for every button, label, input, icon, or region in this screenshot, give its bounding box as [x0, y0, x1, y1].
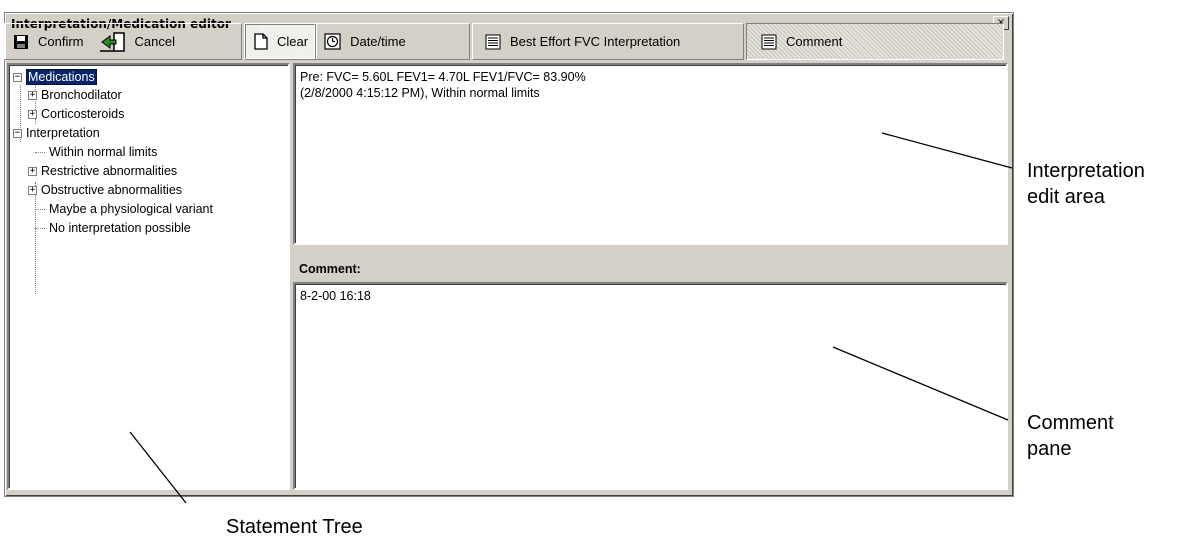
tree-node-interpretation[interactable]: − Interpretation [13, 124, 100, 142]
clock-icon [324, 33, 341, 50]
cancel-button[interactable]: Cancel [92, 24, 183, 59]
confirm-button[interactable]: Confirm [5, 24, 92, 59]
tree-node-restrictive[interactable]: + Restrictive abnormalities [28, 162, 177, 180]
best-effort-label: Best Effort FVC Interpretation [510, 34, 681, 49]
tree-node-label: Interpretation [26, 126, 100, 140]
annotation-line: pane [1027, 438, 1072, 460]
tree-node-label: No interpretation possible [49, 221, 191, 235]
annotation-line: Comment [1027, 412, 1114, 434]
tree-node-corticosteroids[interactable]: + Corticosteroids [28, 105, 124, 123]
tree-node-bronchodilator[interactable]: + Bronchodilator [28, 86, 122, 104]
tree-node-label: Within normal limits [49, 145, 158, 159]
expand-icon[interactable]: + [28, 166, 37, 176]
datetime-label: Date/time [350, 34, 406, 49]
comment-icon [761, 34, 777, 50]
toolbar: Confirm Cancel Clear Date/time Best Effo… [4, 23, 1004, 60]
annotation-interpretation: Interpretation edit area [1027, 158, 1145, 210]
statement-tree[interactable]: − Medications + Bronchodilator + Cortico… [7, 63, 290, 490]
interpretation-edit-area[interactable]: Pre: FVC= 5.60L FEV1= 4.70L FEV1/FVC= 83… [293, 63, 1008, 245]
clear-label: Clear [277, 34, 309, 49]
datetime-button[interactable]: Date/time [315, 24, 414, 59]
tree-branch-line [35, 151, 45, 153]
expand-icon[interactable]: + [28, 185, 37, 195]
comment-toolbar-area: Comment [746, 23, 1004, 60]
interpretation-line: Pre: FVC= 5.60L FEV1= 4.70L FEV1/FVC= 83… [300, 70, 586, 84]
tree-node-within-normal[interactable]: Within normal limits [35, 143, 157, 161]
tree-node-maybe-variant[interactable]: Maybe a physiological variant [35, 200, 213, 218]
interpretation-line: (2/8/2000 4:15:12 PM), Within normal lim… [300, 86, 540, 100]
annotation-line: Interpretation [1027, 160, 1145, 182]
comment-pane[interactable]: 8-2-00 16:18 [293, 282, 1008, 490]
comment-button[interactable]: Comment [747, 24, 850, 59]
tree-node-medications[interactable]: − Medications [13, 68, 97, 86]
tree-node-label: Obstructive abnormalities [41, 183, 183, 197]
annotation-line: edit area [1027, 186, 1105, 208]
tree-node-label: Maybe a physiological variant [49, 202, 213, 216]
tree-branch-line [35, 227, 45, 229]
toolbar-group-edit: Clear Date/time [244, 23, 470, 60]
tree-node-label: Corticosteroids [41, 107, 125, 121]
save-icon [13, 34, 29, 50]
interpretation-icon [485, 34, 501, 50]
annotation-comment: Comment pane [1027, 410, 1114, 462]
confirm-label: Confirm [38, 34, 84, 49]
toolbar-group-confirm: Confirm Cancel [4, 23, 242, 60]
cancel-label: Cancel [134, 34, 175, 49]
toolbar-group-interp: Best Effort FVC Interpretation [472, 23, 744, 60]
collapse-icon[interactable]: − [13, 128, 22, 138]
expand-icon[interactable]: + [28, 109, 37, 119]
comment-text: 8-2-00 16:18 [300, 289, 371, 303]
tree-node-label: Medications [26, 69, 97, 85]
tree-node-obstructive[interactable]: + Obstructive abnormalities [28, 181, 182, 199]
tree-node-label: Restrictive abnormalities [41, 164, 178, 178]
best-effort-button[interactable]: Best Effort FVC Interpretation [473, 24, 688, 59]
cancel-icon [99, 31, 126, 53]
tree-node-no-interpretation[interactable]: No interpretation possible [35, 219, 191, 237]
clear-button[interactable]: Clear [245, 24, 316, 59]
expand-icon[interactable]: + [28, 90, 37, 100]
annotation-tree: Statement Tree [226, 516, 363, 538]
collapse-icon[interactable]: − [13, 72, 22, 82]
comment-button-label: Comment [786, 34, 843, 49]
tree-node-label: Bronchodilator [41, 88, 122, 102]
comment-heading: Comment: [299, 262, 361, 276]
clear-icon [254, 33, 268, 50]
tree-branch-line [35, 208, 45, 210]
